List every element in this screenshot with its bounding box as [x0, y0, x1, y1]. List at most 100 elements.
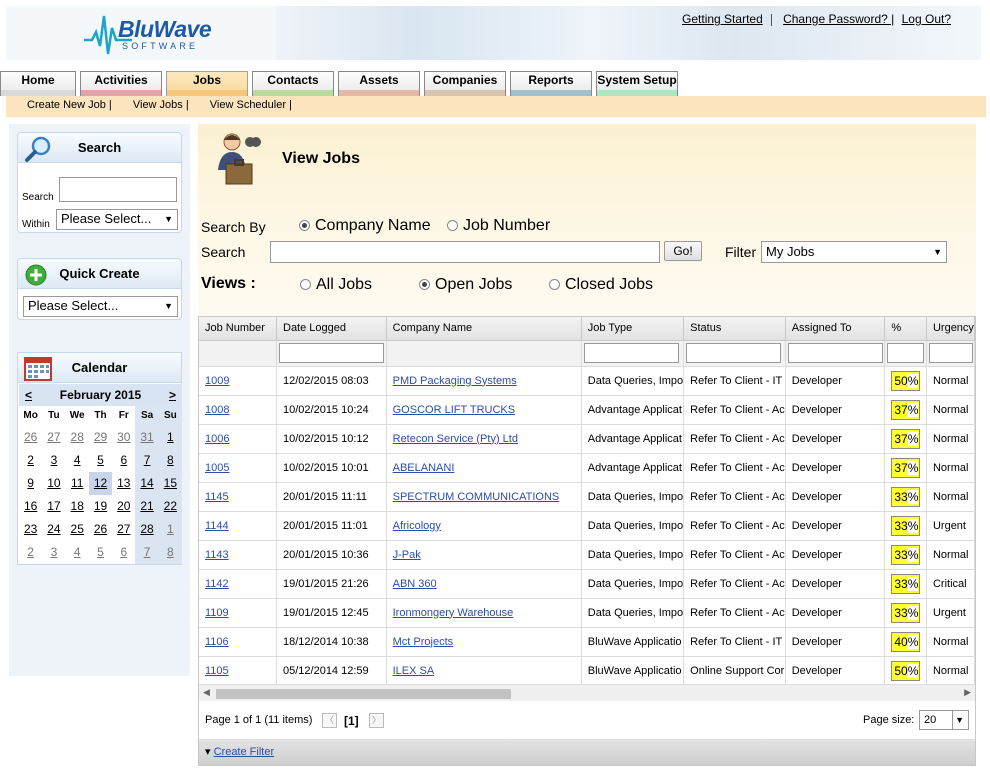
filter-urgency-input[interactable] [928, 343, 973, 363]
company-name-link[interactable]: J-Pak [393, 549, 421, 561]
column-header-job-number[interactable]: Job Number [199, 317, 277, 341]
calendar-day[interactable]: 5 [89, 541, 112, 564]
company-name-link[interactable]: ABELANANI [393, 462, 455, 474]
prev-page-button[interactable]: 〈 [322, 713, 337, 728]
filter-date-input[interactable] [279, 343, 384, 363]
radio-closed-jobs[interactable]: Closed Jobs [549, 276, 653, 294]
calendar-day[interactable]: 27 [112, 518, 135, 541]
column-header-job-type[interactable]: Job Type [581, 317, 685, 341]
job-number-link[interactable]: 1143 [205, 549, 229, 561]
go-button[interactable]: Go! [664, 241, 702, 261]
filter-select[interactable]: My Jobs ▼ [761, 241, 947, 263]
column-header-status[interactable]: Status [683, 317, 786, 341]
table-row[interactable]: 1145 20/01/2015 11:11 SPECTRUM COMMUNICATI… [199, 482, 975, 512]
calendar-day[interactable]: 3 [42, 541, 65, 564]
calendar-day[interactable]: 7 [135, 449, 159, 472]
calendar-day[interactable]: 19 [89, 495, 112, 518]
calendar-day[interactable]: 3 [42, 449, 65, 472]
logout-link[interactable]: Log Out? [902, 12, 951, 26]
calendar-day[interactable]: 4 [66, 449, 89, 472]
company-name-link[interactable]: Africology [393, 520, 441, 532]
table-row[interactable]: 1008 10/02/2015 10:24 GOSCOR LIFT TRUCKS Ad… [199, 395, 975, 425]
calendar-day[interactable]: 20 [112, 495, 135, 518]
radio-all-jobs[interactable]: All Jobs [300, 276, 372, 294]
filter-status-input[interactable] [686, 343, 782, 363]
calendar-day[interactable]: 8 [158, 449, 182, 472]
calendar-day[interactable]: 10 [42, 472, 65, 495]
view-jobs-link[interactable]: View Jobs | [133, 99, 189, 111]
scroll-left-icon[interactable]: ◀ [203, 687, 210, 698]
horizontal-scrollbar[interactable]: ◀ ▶ [199, 684, 975, 701]
calendar-day[interactable]: 18 [66, 495, 89, 518]
job-number-link[interactable]: 1009 [205, 375, 229, 387]
calendar-day[interactable]: 11 [66, 472, 89, 495]
calendar-day[interactable]: 1 [158, 426, 182, 449]
company-name-link[interactable]: PMD Packaging Systems [393, 375, 517, 387]
calendar-day[interactable]: 12 [88, 472, 113, 495]
filter-percent-input[interactable] [887, 343, 925, 363]
calendar-day[interactable]: 1 [158, 518, 182, 541]
column-header-date-logged[interactable]: Date Logged [276, 317, 387, 341]
calendar-day[interactable]: 27 [42, 426, 65, 449]
table-row[interactable]: 1109 19/01/2015 12:45 Ironmongery Warehous… [199, 598, 975, 628]
filter-job-type-input[interactable] [583, 343, 679, 363]
company-name-link[interactable]: ABN 360 [393, 578, 437, 590]
current-page[interactable]: [1] [344, 714, 359, 728]
tab-companies[interactable]: Companies [424, 71, 506, 96]
next-month-link[interactable]: > [169, 384, 176, 406]
job-number-link[interactable]: 1006 [205, 433, 229, 445]
calendar-day[interactable]: 9 [19, 472, 42, 495]
create-filter-link[interactable]: Create Filter [214, 746, 275, 758]
calendar-day[interactable]: 29 [89, 426, 112, 449]
calendar-day[interactable]: 5 [89, 449, 112, 472]
calendar-day[interactable]: 28 [66, 426, 89, 449]
calendar-day[interactable]: 28 [135, 518, 159, 541]
calendar-day[interactable]: 24 [42, 518, 65, 541]
job-number-link[interactable]: 1106 [205, 636, 229, 648]
job-number-link[interactable]: 1105 [205, 665, 229, 677]
calendar-day[interactable]: 6 [112, 541, 135, 564]
company-name-link[interactable]: Mct Projects [393, 636, 454, 648]
company-name-link[interactable]: SPECTRUM COMMUNICATIONS [393, 491, 560, 503]
company-name-link[interactable]: Retecon Service (Pty) Ltd [393, 433, 518, 445]
change-password-link[interactable]: Change Password? | [783, 12, 894, 26]
scrollbar-thumb[interactable] [216, 689, 511, 699]
calendar-day[interactable]: 15 [158, 472, 182, 495]
calendar-day[interactable]: 26 [19, 426, 42, 449]
job-number-link[interactable]: 1144 [205, 520, 229, 532]
table-row[interactable]: 1144 20/01/2015 11:01 Africology Data Queri… [199, 511, 975, 541]
sidebar-search-input[interactable] [59, 177, 177, 202]
company-name-link[interactable]: Ironmongery Warehouse [393, 607, 514, 619]
tab-activities[interactable]: Activities [80, 71, 162, 96]
quick-create-select[interactable]: Please Select... ▼ [23, 296, 178, 317]
jobs-search-input[interactable] [270, 241, 660, 263]
job-number-link[interactable]: 1145 [205, 491, 229, 503]
table-row[interactable]: 1009 12/02/2015 08:03 PMD Packaging System… [199, 366, 975, 396]
tab-assets[interactable]: Assets [338, 71, 420, 96]
table-row[interactable]: 1006 10/02/2015 10:12 Retecon Service (Pty… [199, 424, 975, 454]
table-row[interactable]: 1142 19/01/2015 21:26 ABN 360 Data Queries,… [199, 569, 975, 599]
job-number-link[interactable]: 1008 [205, 404, 229, 416]
job-number-link[interactable]: 1142 [205, 578, 229, 590]
calendar-day[interactable]: 2 [19, 449, 42, 472]
calendar-day[interactable]: 22 [158, 495, 182, 518]
calendar-day[interactable]: 4 [66, 541, 89, 564]
column-header-assigned-to[interactable]: Assigned To [785, 317, 886, 341]
table-row[interactable]: 1105 05/12/2014 12:59 ILEX SA BluWave Appli… [199, 656, 975, 686]
prev-month-link[interactable]: < [25, 384, 32, 406]
table-row[interactable]: 1143 20/01/2015 10:36 J-Pak Data Queries, I… [199, 540, 975, 570]
job-number-link[interactable]: 1005 [205, 462, 229, 474]
tab-jobs[interactable]: Jobs [166, 71, 248, 96]
bluwave-logo[interactable]: BluWave SOFTWARE [84, 10, 224, 58]
calendar-day[interactable]: 14 [135, 472, 159, 495]
radio-company-name[interactable]: Company Name [299, 217, 431, 235]
column-header-urgency[interactable]: Urgency [926, 317, 975, 341]
calendar-day[interactable]: 26 [89, 518, 112, 541]
calendar-day[interactable]: 17 [42, 495, 65, 518]
column-header-percent[interactable]: % [884, 317, 927, 341]
tab-reports[interactable]: Reports [510, 71, 592, 96]
calendar-day[interactable]: 23 [19, 518, 42, 541]
search-within-select[interactable]: Please Select... ▼ [56, 209, 178, 230]
company-name-link[interactable]: GOSCOR LIFT TRUCKS [393, 404, 515, 416]
calendar-day[interactable]: 13 [112, 472, 135, 495]
